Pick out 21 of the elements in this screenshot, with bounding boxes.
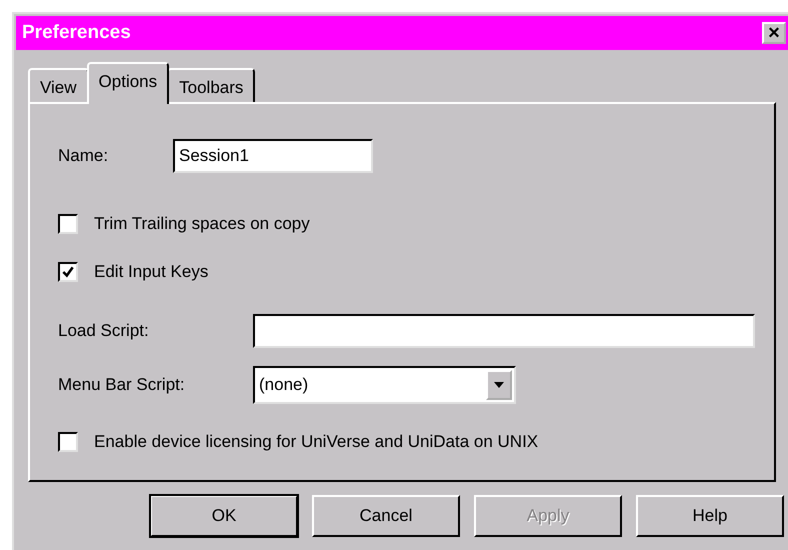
checkbox-label: Edit Input Keys — [94, 262, 208, 282]
field-label: Menu Bar Script: — [58, 375, 186, 395]
window-title: Preferences — [21, 22, 131, 44]
tab[interactable]: View — [28, 68, 89, 102]
dialog-button[interactable]: Help — [636, 495, 784, 537]
menu-bar-script-dropdown[interactable]: (none) — [253, 366, 516, 404]
close-button[interactable]: × — [762, 22, 786, 44]
checkbox[interactable] — [58, 262, 78, 282]
checkbox[interactable] — [58, 214, 78, 234]
load-script-field[interactable] — [253, 314, 755, 348]
name-field[interactable]: Session1 — [173, 139, 373, 173]
field-label: Name: — [58, 146, 110, 166]
field-label: Load Script: — [58, 321, 150, 341]
tab[interactable]: Options — [86, 62, 170, 104]
dialog-button[interactable]: OK — [150, 495, 298, 537]
dialog-button[interactable]: Cancel — [312, 495, 460, 537]
checkbox-label: Trim Trailing spaces on copy — [94, 214, 310, 234]
checkmark-icon — [61, 265, 75, 279]
checkbox[interactable] — [58, 432, 78, 452]
tab[interactable]: Toolbars — [167, 68, 256, 102]
checkbox-label: Enable device licensing for UniVerse and UniData on UNIX — [94, 432, 538, 452]
